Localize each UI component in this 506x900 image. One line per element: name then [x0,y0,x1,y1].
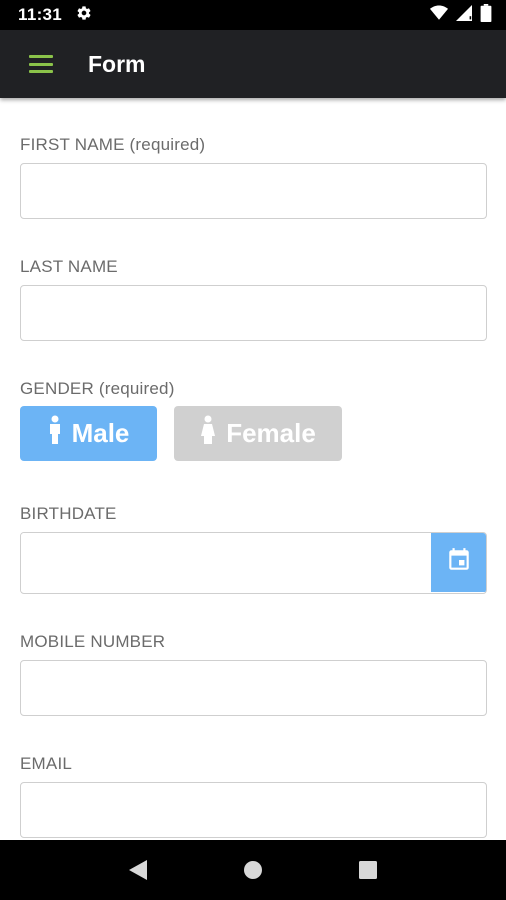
mobile-number-field[interactable] [20,660,487,716]
female-person-icon [200,415,216,452]
home-icon[interactable] [233,850,273,890]
last-name-field[interactable] [20,285,487,341]
last-name-label: LAST NAME [20,257,118,276]
status-left: 11:31 [18,5,92,26]
form: FIRST NAME (required) LAST NAME GENDER (… [0,98,506,840]
back-icon[interactable] [118,850,158,890]
wifi-icon [430,5,448,26]
status-bar: 11:31 [0,0,506,30]
hamburger-menu-icon[interactable] [27,53,55,75]
status-time: 11:31 [18,5,63,24]
birthdate-field-group [20,532,487,594]
first-name-field[interactable] [20,163,487,219]
calendar-icon [446,547,472,578]
gender-male-label: Male [71,418,130,448]
app-bar: Form [0,30,506,98]
email-field[interactable] [20,782,487,838]
signal-icon [456,4,472,26]
battery-icon [480,3,492,27]
system-nav-bar [0,840,506,900]
email-label: EMAIL [20,754,73,773]
gender-label: GENDER (required) [20,379,175,398]
settings-gear-icon [76,5,92,26]
male-person-icon [48,415,62,452]
recents-icon[interactable] [348,850,388,890]
mobile-number-label: MOBILE NUMBER [20,632,166,651]
gender-female-label: Female [226,418,316,448]
gender-male-button[interactable]: Male [20,406,157,461]
first-name-label: FIRST NAME (required) [20,135,206,154]
status-right [430,3,492,27]
birthdate-label: BIRTHDATE [20,504,117,523]
birthdate-field[interactable] [21,533,432,592]
calendar-button[interactable] [431,533,486,592]
page-title: Form [88,50,146,77]
gender-female-button[interactable]: Female [174,406,342,461]
